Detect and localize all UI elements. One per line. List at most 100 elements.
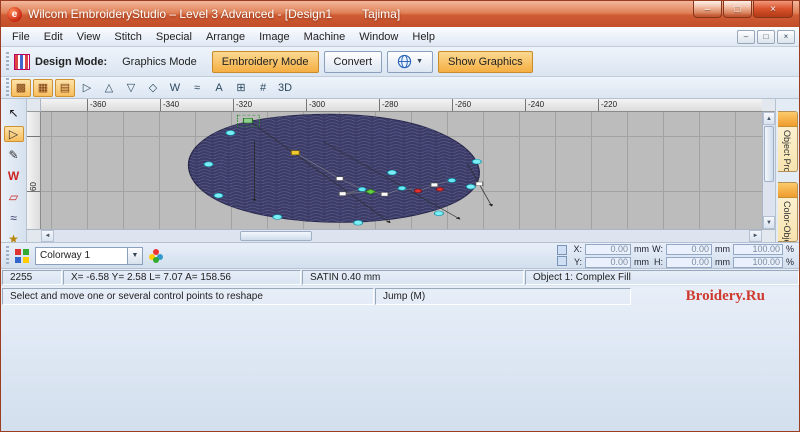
- scale-x-percent-label: %: [786, 244, 795, 254]
- ruler-label: -260: [452, 99, 525, 111]
- colorway-select[interactable]: Colorway 1 ▼: [35, 246, 143, 265]
- thread-palette-icon[interactable]: [13, 247, 31, 265]
- menu-item[interactable]: Image: [252, 29, 297, 45]
- width-field[interactable]: 0.00: [666, 243, 712, 255]
- scale-x-field[interactable]: 100.00: [733, 243, 783, 255]
- canvas-panel: -360-340-320-300-280-260-240-220 6040200: [27, 99, 775, 242]
- tab-label: Color-Object List: [782, 200, 792, 242]
- colorway-dropdown-arrow-icon[interactable]: ▼: [127, 247, 142, 264]
- menu-item[interactable]: File: [5, 29, 37, 45]
- mdi-restore-button[interactable]: □: [757, 29, 775, 44]
- stitch-type-info: SATIN 0.40 mm: [302, 270, 524, 285]
- toolbar-icon-button[interactable]: ▦: [33, 78, 53, 97]
- convert-button[interactable]: Convert: [323, 50, 383, 73]
- ruler-label: 40: [27, 191, 40, 229]
- w-unit-label: mm: [715, 244, 730, 254]
- ruler-horizontal: -360 -340 -320 -300 -280 -260 -240 -220: [41, 99, 762, 112]
- show-graphics-button[interactable]: Show Graphics: [438, 50, 533, 73]
- menu-item[interactable]: Window: [352, 29, 405, 45]
- toolbar-icon-button[interactable]: 3D: [275, 79, 295, 97]
- menu-item[interactable]: Arrange: [199, 29, 252, 45]
- menu-item[interactable]: Special: [149, 29, 199, 45]
- menu-item[interactable]: Help: [405, 29, 442, 45]
- closed-shape-tool[interactable]: ▱: [4, 189, 24, 205]
- toolbar-icon-button[interactable]: ≈: [187, 79, 207, 97]
- vertical-scrollbar[interactable]: ▲ ▼: [762, 112, 775, 229]
- toolbar-icon-button[interactable]: ▷: [77, 79, 97, 97]
- globe-dropdown-arrow-icon[interactable]: ▼: [416, 58, 423, 65]
- stitch-toolbar-icon[interactable]: [14, 53, 30, 70]
- toolbar-icon-button[interactable]: ▩: [11, 78, 31, 97]
- graphics-mode-button[interactable]: Graphics Mode: [112, 51, 207, 73]
- scroll-up-icon[interactable]: ▲: [763, 112, 775, 125]
- y-field[interactable]: 0.00: [585, 256, 631, 268]
- scroll-right-icon[interactable]: ►: [749, 230, 762, 242]
- toolbar-icon-button[interactable]: ⊞: [231, 79, 251, 97]
- toolbar-grip[interactable]: [6, 51, 9, 72]
- vertical-scroll-thumb[interactable]: [764, 126, 774, 182]
- scale-y-percent-label: %: [786, 257, 795, 267]
- toolbar-icon-button[interactable]: W: [165, 79, 185, 97]
- scale-y-field[interactable]: 100.00: [733, 256, 783, 268]
- mdi-minimize-button[interactable]: –: [737, 29, 755, 44]
- watermark: Broidery.Ru: [685, 288, 765, 304]
- horizontal-scrollbar-row: ◄ ►: [27, 229, 775, 242]
- h-unit-label: mm: [715, 257, 730, 267]
- toolbar-icon-button[interactable]: ▤: [55, 78, 75, 97]
- toolbar-grip[interactable]: [6, 77, 9, 98]
- y-unit-label: mm: [634, 257, 649, 267]
- design-mode-label: Design Mode:: [35, 55, 108, 68]
- transform-fields: X: 0.00 mm W: 0.00 mm 100.00 % Y: 0.00 m…: [571, 243, 795, 268]
- toolbar-icon-button[interactable]: A: [209, 79, 229, 97]
- maximize-button[interactable]: □: [723, 1, 752, 18]
- colorway-flower-icon[interactable]: [147, 247, 165, 265]
- toolbar-icon-button[interactable]: △: [99, 79, 119, 97]
- ruler-vertical: 6040200: [27, 112, 41, 229]
- hoop-globe-button[interactable]: ▼: [387, 50, 434, 73]
- pen-tool[interactable]: ✎: [4, 147, 24, 163]
- toolbar-icon-button[interactable]: ▽: [121, 79, 141, 97]
- color-object-list-icon: [777, 182, 797, 198]
- menu-item[interactable]: Stitch: [107, 29, 149, 45]
- ruler-label: 60: [27, 136, 40, 191]
- x-unit-label: mm: [634, 244, 649, 254]
- embroidery-mode-button[interactable]: Embroidery Mode: [211, 50, 319, 73]
- scroll-left-icon[interactable]: ◄: [41, 230, 54, 242]
- tab-color-object-list[interactable]: Color-Object List: [777, 181, 798, 242]
- position-y-icon[interactable]: [557, 256, 567, 266]
- object-properties-icon: [777, 112, 797, 127]
- close-button[interactable]: ×: [753, 1, 793, 18]
- menu-item[interactable]: Edit: [37, 29, 70, 45]
- menu-items: File Edit View Stitch Special Arrange Image Mac…: [5, 29, 442, 45]
- ruler-corner: [27, 99, 41, 112]
- colorway-selected-value: Colorway 1: [40, 250, 91, 261]
- select-tool[interactable]: ↖: [4, 105, 24, 121]
- ruler-label: -280: [379, 99, 452, 111]
- run-stitch-tool[interactable]: ≈: [4, 210, 24, 226]
- menu-item[interactable]: Machine: [297, 29, 353, 45]
- toolbox: ↖ ▷ ✎ W ▱ ≈ ★ ◉ ∴: [1, 99, 27, 288]
- scroll-down-icon[interactable]: ▼: [763, 216, 775, 229]
- h-label: H:: [654, 257, 663, 267]
- tab-object-properties[interactable]: Object Properties: [777, 111, 798, 172]
- reshape-tool[interactable]: ▷: [3, 126, 24, 142]
- tab-label: Object Properties: [782, 130, 792, 172]
- mdi-close-button[interactable]: ×: [777, 29, 795, 44]
- position-x-icon[interactable]: [557, 245, 567, 255]
- x-field[interactable]: 0.00: [585, 243, 631, 255]
- window-controls: – □ ×: [692, 1, 793, 18]
- status-hint: Select and move one or several control p…: [2, 288, 374, 305]
- toolbar-icon-button[interactable]: #: [253, 79, 273, 97]
- mdi-window-controls: – □ ×: [735, 29, 795, 44]
- toolbar-icon-button[interactable]: ◇: [143, 79, 163, 97]
- design-canvas[interactable]: [41, 112, 762, 229]
- menu-item[interactable]: View: [70, 29, 108, 45]
- lettering-tool[interactable]: W: [4, 168, 24, 184]
- toolbar-icon-group: ▩ ▦ ▤ ▷ △ ▽ ◇ W ≈ A ⊞ #3D: [11, 78, 295, 97]
- horizontal-scroll-thumb[interactable]: [240, 231, 312, 241]
- horizontal-scrollbar[interactable]: ◄ ►: [41, 229, 762, 242]
- start-point-handle[interactable]: [242, 118, 253, 124]
- minimize-button[interactable]: –: [693, 1, 722, 18]
- height-field[interactable]: 0.00: [666, 256, 712, 268]
- toolbar-grip[interactable]: [6, 245, 9, 266]
